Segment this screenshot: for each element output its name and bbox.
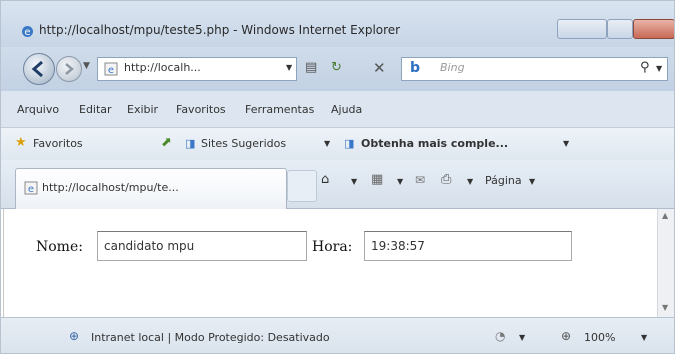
address-dropdown-icon[interactable]: ▼: [286, 63, 292, 72]
web-slice-icon: ◨: [344, 137, 355, 150]
tab-page-icon: e: [24, 181, 38, 195]
favorites-bar: ★ Favoritos ⬈ ◨ Sites Sugeridos ▼ ◨ Obte…: [1, 128, 674, 160]
menu-exibir[interactable]: Exibir: [127, 103, 158, 116]
intranet-zone-icon: ⊕: [69, 329, 80, 343]
svg-text:e: e: [108, 65, 114, 76]
hora-input[interactable]: 19:38:57: [364, 231, 572, 261]
print-dropdown-icon[interactable]: ▼: [467, 177, 473, 186]
search-box[interactable]: b Bing ⚲ ▼: [401, 57, 668, 81]
page-content: Nome: candidato mpu Hora: 19:38:57: [3, 209, 657, 317]
maximize-button[interactable]: [607, 19, 633, 39]
suggested-sites-icon: ◨: [185, 137, 196, 150]
back-arrow-icon: [31, 60, 43, 78]
add-favorite-icon[interactable]: ⬈: [161, 135, 172, 150]
search-input[interactable]: Bing: [440, 61, 465, 74]
svg-text:e: e: [24, 27, 30, 38]
print-icon[interactable]: ⎙: [441, 172, 451, 187]
svg-text:e: e: [28, 184, 34, 195]
favorites-star-icon: ★: [15, 135, 27, 150]
popup-blocker-icon[interactable]: ◔: [495, 329, 505, 343]
feeds-icon[interactable]: ▦: [371, 172, 383, 187]
tab-current[interactable]: e http://localhost/mpu/te...: [15, 168, 287, 209]
status-bar: ⊕ Intranet local | Modo Protegido: Desat…: [1, 317, 674, 353]
page-dropdown-icon[interactable]: ▼: [529, 177, 535, 186]
menu-favoritos[interactable]: Favoritos: [176, 103, 226, 116]
search-options-icon[interactable]: ▼: [656, 64, 662, 73]
feeds-dropdown-icon[interactable]: ▼: [397, 177, 403, 186]
browser-window: e http://localhost/mpu/teste5.php - Wind…: [0, 0, 675, 354]
close-window-button[interactable]: [633, 19, 674, 39]
address-bar[interactable]: e http://localh... ▼: [97, 57, 297, 81]
search-icon[interactable]: ⚲: [640, 60, 650, 75]
page-icon: e: [104, 62, 118, 76]
ie-logo-icon: e: [22, 26, 33, 38]
window-title: http://localhost/mpu/teste5.php - Window…: [39, 23, 401, 37]
forward-arrow-icon: [65, 63, 74, 75]
security-zone-text[interactable]: Intranet local | Modo Protegido: Desativ…: [91, 331, 330, 344]
menu-arquivo[interactable]: Arquivo: [17, 103, 59, 116]
back-button[interactable]: [23, 53, 55, 85]
page-menu-button[interactable]: Página: [485, 174, 522, 187]
get-more-dropdown-icon[interactable]: ▼: [563, 139, 569, 148]
menu-ajuda[interactable]: Ajuda: [331, 103, 362, 116]
menu-editar[interactable]: Editar: [79, 103, 112, 116]
refresh-icon[interactable]: ↻: [331, 60, 342, 75]
menu-bar: Arquivo Editar Exibir Favoritos Ferramen…: [1, 91, 674, 128]
popup-dropdown-icon[interactable]: ▼: [519, 333, 525, 342]
menu-ferramentas[interactable]: Ferramentas: [245, 103, 314, 116]
home-icon[interactable]: ⌂: [321, 172, 329, 187]
zoom-dropdown-icon[interactable]: ▼: [641, 333, 647, 342]
nome-input[interactable]: candidato mpu: [97, 231, 307, 261]
new-tab-button[interactable]: [287, 170, 317, 202]
address-url: http://localh...: [124, 61, 201, 74]
hora-label: Hora:: [312, 239, 353, 255]
compatibility-view-icon[interactable]: ▤: [305, 60, 317, 75]
mail-icon[interactable]: ✉: [415, 173, 425, 187]
bing-logo-icon: b: [410, 60, 421, 76]
nome-label: Nome:: [36, 239, 83, 255]
navigation-bar: ▼ e http://localh... ▼ ▤ ↻ ✕ b Bing ⚲ ▼: [1, 47, 674, 91]
get-more-addons-link[interactable]: Obtenha mais comple...: [361, 137, 508, 150]
tab-label: http://localhost/mpu/te...: [42, 181, 179, 194]
stop-icon[interactable]: ✕: [373, 59, 386, 77]
home-dropdown-icon[interactable]: ▼: [351, 177, 357, 186]
scroll-down-icon[interactable]: ▼: [662, 303, 668, 312]
favorites-button[interactable]: Favoritos: [33, 137, 83, 150]
scroll-up-icon[interactable]: ▲: [662, 211, 668, 220]
tab-row: e http://localhost/mpu/te... ⌂ ▼ ▦ ▼ ✉ ⎙…: [1, 160, 674, 209]
zoom-level[interactable]: 100%: [584, 331, 615, 344]
zoom-icon: ⊕: [561, 329, 572, 343]
suggested-sites-dropdown-icon[interactable]: ▼: [324, 139, 330, 148]
minimize-button[interactable]: [557, 19, 607, 39]
history-dropdown-icon[interactable]: ▼: [83, 61, 90, 71]
vertical-scrollbar[interactable]: ▲ ▼: [657, 209, 674, 317]
forward-button[interactable]: [56, 56, 82, 82]
suggested-sites-link[interactable]: Sites Sugeridos: [201, 137, 286, 150]
title-bar: e http://localhost/mpu/teste5.php - Wind…: [1, 1, 674, 47]
